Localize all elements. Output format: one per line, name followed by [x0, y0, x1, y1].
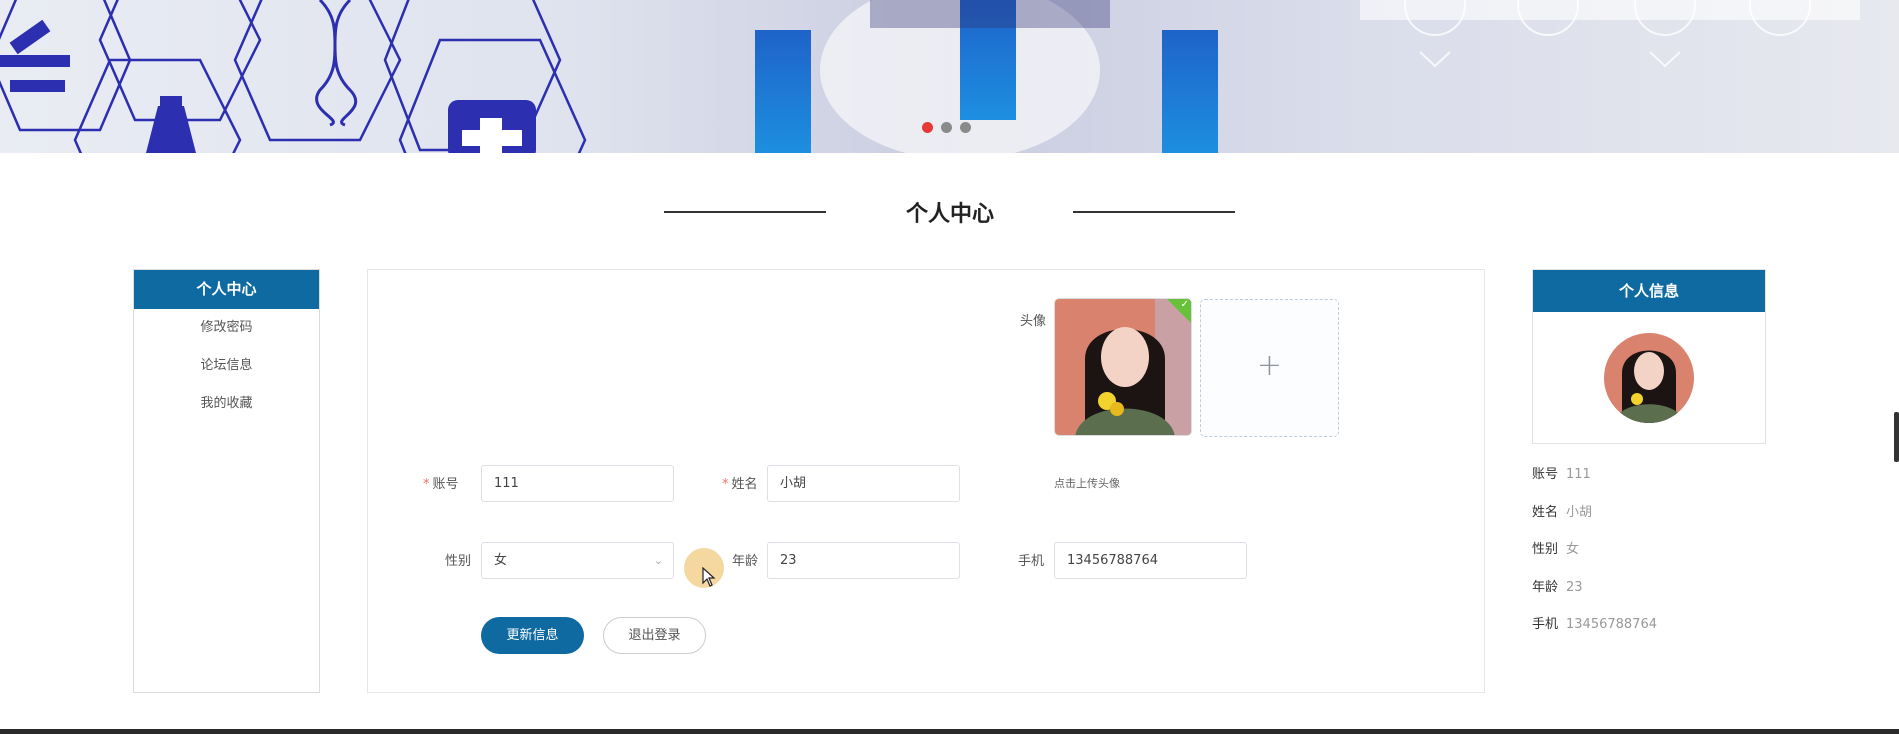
carousel-dot-2[interactable] — [941, 122, 952, 133]
name-input[interactable]: 小胡 — [767, 465, 960, 502]
scrollbar-handle[interactable] — [1894, 412, 1899, 462]
chevron-down-icon: ⌄ — [653, 554, 663, 567]
profile-card-title: 个人信息 — [1533, 270, 1765, 312]
gender-label: 性别 — [445, 554, 472, 569]
age-label: 年龄 — [732, 554, 759, 569]
age-input[interactable]: 23 — [767, 542, 960, 579]
phone-label: 手机 — [1018, 554, 1045, 569]
gender-value: 女 — [494, 553, 508, 568]
avatar-image[interactable]: ✓ — [1054, 298, 1192, 436]
carousel-dots — [922, 122, 971, 133]
account-label: * 账号 — [423, 477, 459, 492]
phone-input[interactable]: 13456788764 — [1054, 542, 1247, 579]
profile-avatar — [1604, 333, 1694, 423]
profile-row-phone: 手机 13456788764 — [1532, 617, 1657, 632]
hero-banner — [0, 0, 1899, 153]
logout-button[interactable]: 退出登录 — [603, 617, 706, 654]
section-header: 个人中心 — [0, 190, 1899, 230]
name-label: * 姓名 — [722, 477, 758, 492]
upload-hint: 点击上传头像 — [1054, 477, 1120, 490]
profile-row-account: 账号 111 — [1532, 467, 1591, 482]
profile-card: 个人信息 — [1532, 269, 1766, 444]
footer-bar — [0, 729, 1899, 734]
page-title: 个人中心 — [905, 202, 994, 227]
gender-select[interactable]: 女 ⌄ — [481, 542, 674, 579]
carousel-dot-1[interactable] — [922, 122, 933, 133]
avatar-upload-button[interactable]: + — [1200, 299, 1339, 437]
profile-form: 头像 ✓ + 点击上传头像 * 账号 111 * 姓名 小胡 性别 女 ⌄ 年龄 2… — [367, 269, 1485, 693]
menu-item-my-favorites[interactable]: 我的收藏 — [134, 385, 319, 423]
profile-avatar-photo — [1604, 333, 1694, 423]
check-icon: ✓ — [1180, 299, 1189, 310]
avatar-label: 头像 — [1019, 314, 1046, 329]
profile-row-gender: 性别女 — [1532, 542, 1580, 557]
left-menu: 个人中心 修改密码 论坛信息 我的收藏 — [133, 269, 320, 693]
menu-item-change-password[interactable]: 修改密码 — [134, 309, 319, 347]
profile-panel: 个人信息 账号 111 姓名 小胡 性别女 年龄 23 手机 13456788764 — [1532, 269, 1766, 632]
menu-item-personal-center[interactable]: 个人中心 — [134, 270, 319, 309]
profile-row-name: 姓名 小胡 — [1532, 505, 1593, 520]
title-divider-right — [1073, 211, 1235, 213]
profile-row-age: 年龄 23 — [1532, 580, 1583, 595]
mouse-cursor-icon — [702, 567, 716, 587]
menu-item-forum-info[interactable]: 论坛信息 — [134, 347, 319, 385]
title-divider-left — [664, 211, 826, 213]
plus-icon: + — [1256, 348, 1283, 383]
carousel-dot-3[interactable] — [960, 122, 971, 133]
update-info-button[interactable]: 更新信息 — [481, 617, 584, 654]
account-input[interactable]: 111 — [481, 465, 674, 502]
